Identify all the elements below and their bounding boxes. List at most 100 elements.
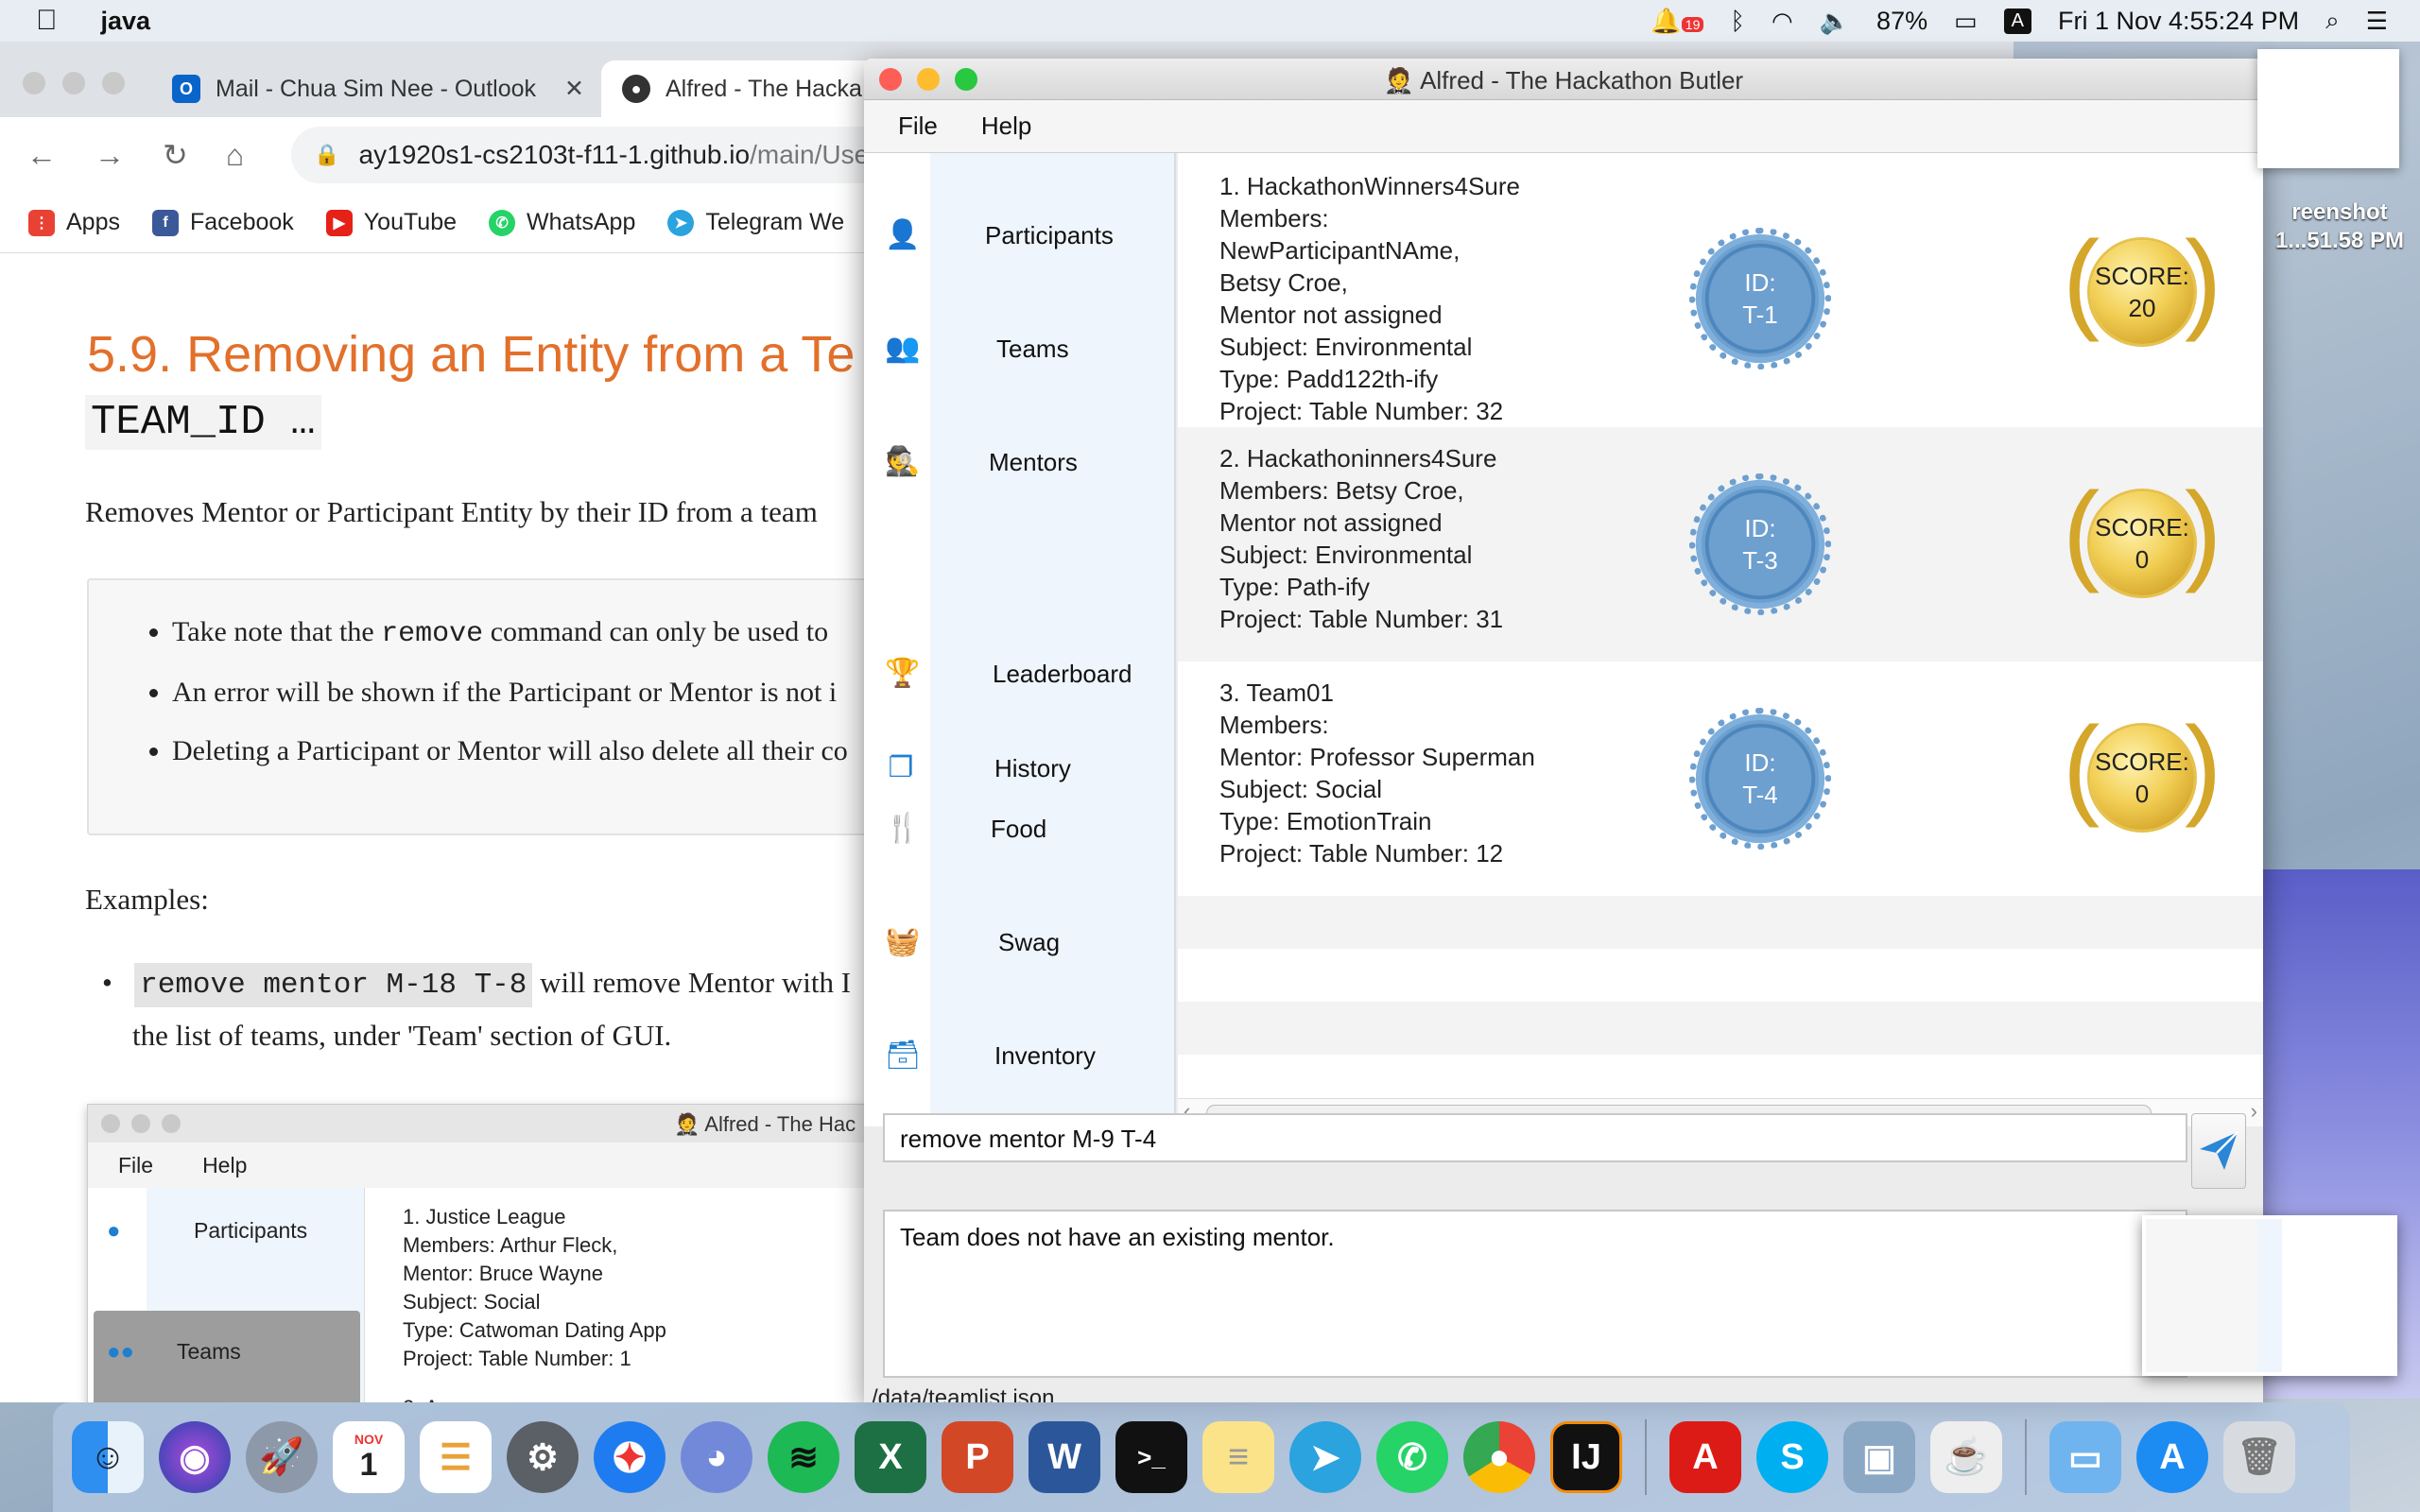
team-card[interactable]: 2. Hackathoninners4Sure Members: Betsy C…: [1178, 427, 2263, 662]
group-icon: ●●: [107, 1339, 134, 1365]
note-code: remove: [381, 618, 484, 650]
nav-leaderboard[interactable]: 🏆 Leaderboard: [864, 644, 1176, 701]
nav-inventory[interactable]: 🗃 Inventory: [864, 1026, 1176, 1083]
powerpoint-icon[interactable]: P: [942, 1421, 1013, 1493]
nav-mentors[interactable]: 🕵 Mentors: [864, 433, 1176, 490]
apple-icon[interactable]: : [36, 5, 58, 37]
dock: ☺ ◉ 🚀 NOV 1 ☰ ⚙ ✦ ◕ ≋ X P W >_ ≡ ➤ ✆ ● I…: [53, 1402, 2350, 1512]
bookmark-youtube[interactable]: ▶ YouTube: [325, 209, 457, 236]
example-item: • remove mentor M-18 T-8 will remove Men…: [102, 963, 851, 1007]
system-preferences-icon[interactable]: ⚙: [507, 1421, 579, 1493]
chrome-icon[interactable]: ●: [1463, 1421, 1535, 1493]
nav-swag[interactable]: 🧺 Swag: [864, 913, 1176, 970]
calendar-icon[interactable]: NOV 1: [333, 1421, 405, 1493]
battery-icon[interactable]: ▭: [1954, 7, 1978, 36]
team-card[interactable]: 3. Team01 Members: Mentor: Professor Sup…: [1178, 662, 2263, 896]
nav-participants[interactable]: 👤 Participants: [864, 206, 1176, 263]
laurel-icon: (: [2184, 218, 2221, 343]
send-button[interactable]: [2191, 1113, 2246, 1189]
spotify-icon[interactable]: ≋: [768, 1421, 839, 1493]
siri-icon[interactable]: ◉: [159, 1421, 231, 1493]
downloads-folder-icon[interactable]: ▭: [2049, 1421, 2121, 1493]
clock[interactable]: Fri 1 Nov 4:55:24 PM: [2058, 7, 2299, 36]
score-medal: SCORE: 0: [2090, 726, 2194, 830]
script-editor-icon[interactable]: ☕: [1930, 1421, 2002, 1493]
reminders-icon[interactable]: ☰: [420, 1421, 492, 1493]
bookmark-apps[interactable]: ⋮ Apps: [28, 209, 120, 236]
copy-icon: ❐: [888, 752, 914, 783]
section-heading-code: TEAM_ID …: [85, 395, 321, 450]
finder-icon[interactable]: ☺: [72, 1421, 144, 1493]
volume-icon[interactable]: 🔈: [1820, 7, 1850, 36]
forward-arrow-icon[interactable]: →: [95, 138, 125, 173]
notes-icon[interactable]: ≡: [1202, 1421, 1274, 1493]
notification-badge: 19: [1681, 16, 1704, 32]
terminal-icon[interactable]: >_: [1115, 1421, 1187, 1493]
close-window-button[interactable]: [23, 72, 45, 94]
bookmark-facebook[interactable]: f Facebook: [151, 209, 294, 236]
nav-food[interactable]: 🍴 Food: [864, 799, 1176, 856]
app-store-icon[interactable]: A: [2136, 1421, 2208, 1493]
team-line: Project: Table Number: 32: [1219, 397, 1504, 425]
nav-history[interactable]: ❐ History: [864, 739, 1176, 796]
skype-icon[interactable]: S: [1756, 1421, 1828, 1493]
facebook-icon: f: [151, 209, 179, 236]
bluetooth-icon[interactable]: ᛒ: [1730, 7, 1745, 36]
zoom-window-button[interactable]: [102, 72, 125, 94]
intellij-icon[interactable]: IJ: [1550, 1421, 1622, 1493]
word-icon[interactable]: W: [1028, 1421, 1100, 1493]
tab-alfred-docs[interactable]: ● Alfred - The Hacka: [601, 60, 885, 117]
nav-label: Inventory: [994, 1041, 1096, 1070]
team-card[interactable]: 1. HackathonWinners4Sure Members: NewPar…: [1178, 153, 2263, 427]
back-arrow-icon[interactable]: ←: [26, 138, 57, 173]
spotlight-search-icon[interactable]: ⌕: [2325, 6, 2340, 36]
laurel-icon: (: [2184, 470, 2221, 594]
wifi-icon[interactable]: ◠: [1772, 7, 1793, 36]
notification-center-icon[interactable]: ☰: [2366, 7, 2388, 36]
mini-close-dot: [101, 1114, 120, 1133]
safari-icon[interactable]: ✦: [594, 1421, 666, 1493]
github-icon: ●: [622, 75, 650, 103]
calendar-month: NOV: [354, 1431, 384, 1447]
note-item: Take note that the remove command can on…: [172, 616, 848, 650]
command-input[interactable]: remove mentor M-9 T-4: [883, 1113, 2187, 1162]
empty-row: [1178, 896, 2263, 949]
preview-icon[interactable]: ▣: [1843, 1421, 1915, 1493]
telegram-icon[interactable]: ➤: [1289, 1421, 1361, 1493]
alfred-body: 👤 Participants 👥 Teams 🕵 Mentors 🏆 Leade…: [864, 153, 2263, 1126]
battery-percent[interactable]: 87%: [1876, 7, 1927, 36]
screenshot-thumbnail-preview[interactable]: [2142, 1215, 2397, 1376]
intro-paragraph: Removes Mentor or Participant Entity by …: [85, 495, 818, 528]
desktop-screenshot-file[interactable]: reenshot 1...51.58 PM: [2259, 198, 2420, 255]
mini-nav-label: Teams: [177, 1339, 241, 1364]
close-tab-icon[interactable]: ✕: [564, 75, 584, 103]
tab-outlook[interactable]: O Mail - Chua Sim Nee - Outlook ✕: [151, 60, 605, 117]
input-source[interactable]: A: [2003, 8, 2032, 34]
mini-window-controls: [101, 1114, 181, 1133]
whatsapp-icon[interactable]: ✆: [1376, 1421, 1448, 1493]
notification-icon[interactable]: 🔔 19: [1651, 7, 1704, 36]
menu-file[interactable]: File: [898, 112, 938, 141]
minimize-window-button[interactable]: [62, 72, 85, 94]
launchpad-icon[interactable]: 🚀: [246, 1421, 318, 1493]
alfred-titlebar[interactable]: 🤵 Alfred - The Hackathon Butler: [864, 59, 2263, 100]
reload-icon[interactable]: ↻: [163, 137, 188, 173]
nav-label: Mentors: [989, 448, 1078, 476]
screenshot-thumbnail-top[interactable]: [2257, 49, 2399, 168]
angular-icon[interactable]: A: [1669, 1421, 1741, 1493]
discord-icon[interactable]: ◕: [681, 1421, 752, 1493]
laurel-icon: (: [2063, 704, 2100, 829]
menu-help[interactable]: Help: [981, 112, 1031, 141]
window-title: 🤵 Alfred - The Hackathon Butler: [864, 66, 2263, 95]
home-icon[interactable]: ⌂: [226, 138, 244, 173]
excel-icon[interactable]: X: [855, 1421, 926, 1493]
active-app-name[interactable]: java: [101, 7, 151, 36]
trash-icon[interactable]: 🗑: [2223, 1421, 2295, 1493]
alfred-menubar: File Help: [864, 100, 2263, 153]
bookmark-telegram[interactable]: ➤ Telegram We: [667, 209, 844, 236]
youtube-icon: ▶: [325, 209, 353, 236]
nav-teams[interactable]: 👥 Teams: [864, 319, 1176, 376]
scroll-right-icon[interactable]: ›: [2251, 1099, 2257, 1124]
bookmark-whatsapp[interactable]: ✆ WhatsApp: [489, 209, 635, 236]
mini-title: 🤵 Alfred - The Hac: [674, 1112, 856, 1136]
